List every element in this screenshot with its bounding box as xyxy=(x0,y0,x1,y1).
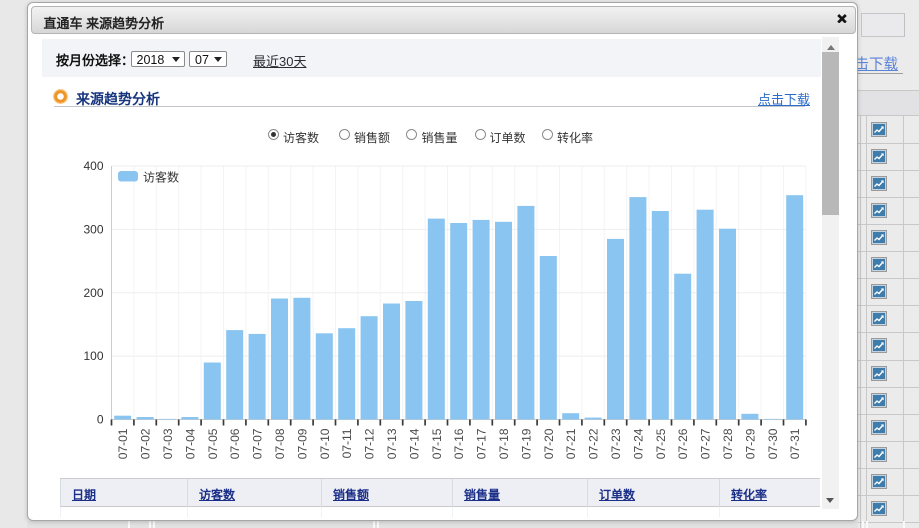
svg-text:07-26: 07-26 xyxy=(676,428,690,459)
svg-text:07-20: 07-20 xyxy=(542,428,556,459)
svg-text:07-14: 07-14 xyxy=(407,428,421,459)
svg-text:07-06: 07-06 xyxy=(228,428,242,459)
svg-text:07-31: 07-31 xyxy=(788,428,802,459)
svg-text:07-29: 07-29 xyxy=(743,428,757,459)
svg-text:07-17: 07-17 xyxy=(475,428,489,459)
svg-text:07-12: 07-12 xyxy=(363,428,377,459)
svg-text:07-13: 07-13 xyxy=(385,428,399,459)
svg-text:07-23: 07-23 xyxy=(609,428,623,459)
svg-text:07-09: 07-09 xyxy=(295,428,309,459)
svg-text:07-24: 07-24 xyxy=(631,428,645,459)
svg-text:07-05: 07-05 xyxy=(206,428,220,459)
svg-text:07-07: 07-07 xyxy=(251,428,265,459)
svg-text:100: 100 xyxy=(83,349,103,363)
svg-text:07-25: 07-25 xyxy=(654,428,668,459)
svg-text:07-03: 07-03 xyxy=(161,428,175,459)
svg-text:400: 400 xyxy=(83,159,103,173)
svg-text:访客数: 访客数 xyxy=(143,170,179,185)
svg-text:07-08: 07-08 xyxy=(273,428,287,459)
svg-text:07-21: 07-21 xyxy=(564,428,578,459)
svg-text:07-01: 07-01 xyxy=(116,428,130,459)
svg-text:300: 300 xyxy=(83,222,103,236)
svg-text:07-02: 07-02 xyxy=(139,428,153,459)
svg-text:07-04: 07-04 xyxy=(183,428,197,459)
svg-text:07-27: 07-27 xyxy=(699,428,713,459)
svg-text:07-22: 07-22 xyxy=(587,428,601,459)
svg-text:07-10: 07-10 xyxy=(318,428,332,459)
svg-text:07-30: 07-30 xyxy=(766,428,780,459)
svg-text:07-11: 07-11 xyxy=(340,428,354,458)
svg-text:07-18: 07-18 xyxy=(497,428,511,459)
svg-text:0: 0 xyxy=(97,413,104,427)
svg-text:200: 200 xyxy=(83,286,103,300)
svg-text:07-16: 07-16 xyxy=(452,428,466,459)
svg-text:07-15: 07-15 xyxy=(430,428,444,459)
svg-text:07-19: 07-19 xyxy=(519,428,533,459)
svg-text:07-28: 07-28 xyxy=(721,428,735,459)
